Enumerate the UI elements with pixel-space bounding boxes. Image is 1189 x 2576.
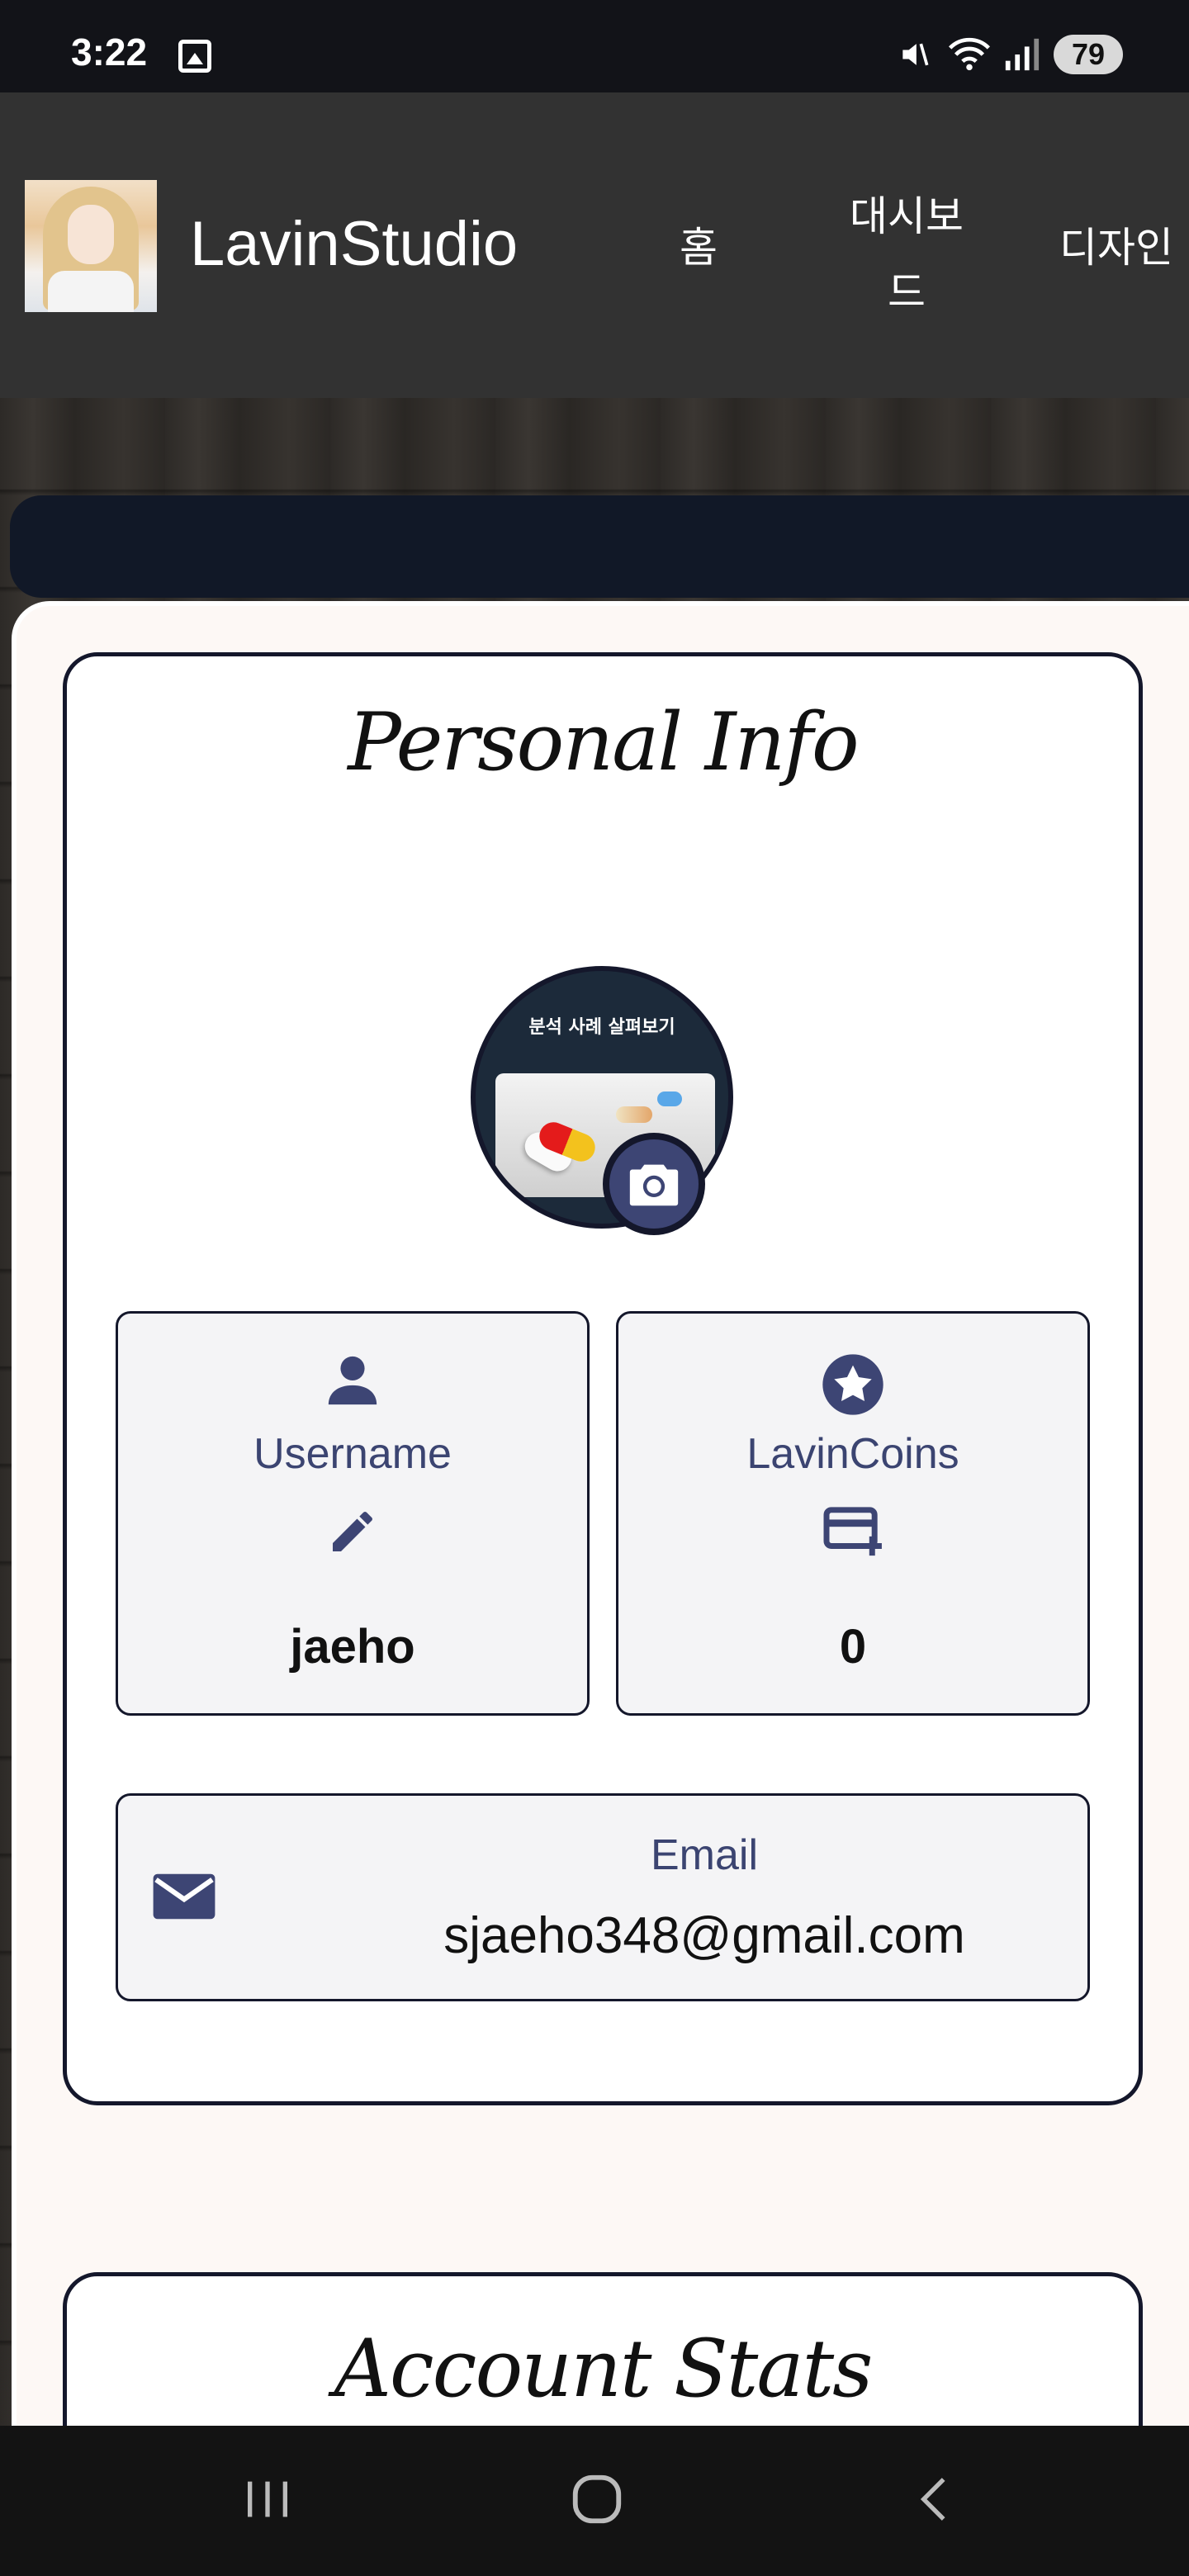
coins-label: LavinCoins [746, 1430, 959, 1478]
wifi-icon [949, 37, 990, 71]
brand-name[interactable]: LavinStudio [190, 208, 518, 280]
email-label: Email [650, 1831, 759, 1879]
camera-button[interactable] [603, 1133, 705, 1235]
email-value: sjaeho348@gmail.com [443, 1907, 965, 1964]
brand-logo[interactable] [25, 180, 157, 312]
home-icon[interactable] [568, 2470, 626, 2528]
username-label: Username [253, 1430, 452, 1478]
signal-icon [1005, 38, 1040, 71]
nav-home[interactable]: 홈 [674, 215, 723, 274]
recent-apps-icon[interactable] [241, 2470, 294, 2528]
top-banner [10, 495, 1189, 598]
add-card-icon[interactable] [822, 1505, 884, 1558]
back-icon[interactable] [908, 2470, 961, 2528]
personal-info-title: Personal Info [348, 696, 859, 788]
app-header: LavinStudio 홈 대시보드 디자인 [0, 92, 1189, 398]
username-card: Username jaeho [116, 1311, 590, 1716]
camera-icon [629, 1164, 679, 1206]
nav-design[interactable]: 디자인 [1050, 215, 1182, 274]
status-bar: 3:22 79 [0, 0, 1189, 92]
mute-icon [902, 43, 929, 66]
edit-icon[interactable] [326, 1505, 379, 1558]
username-value: jaeho [290, 1620, 415, 1674]
battery-icon: 79 [1054, 35, 1123, 74]
star-badge-icon [822, 1354, 883, 1415]
mail-icon [153, 1873, 216, 1920]
nav-dashboard[interactable]: 대시보드 [834, 178, 979, 330]
system-navigation-bar [0, 2426, 1189, 2576]
email-card: Email sjaeho348@gmail.com [116, 1793, 1090, 2001]
coins-card: LavinCoins 0 [616, 1311, 1090, 1716]
coins-value: 0 [839, 1620, 867, 1674]
status-time: 3:22 [71, 31, 148, 73]
account-stats-title: Account Stats [334, 2323, 874, 2415]
person-icon [328, 1356, 377, 1405]
profile-image-caption: 분석 사례 살펴보기 [528, 1017, 675, 1038]
image-icon [178, 40, 211, 73]
